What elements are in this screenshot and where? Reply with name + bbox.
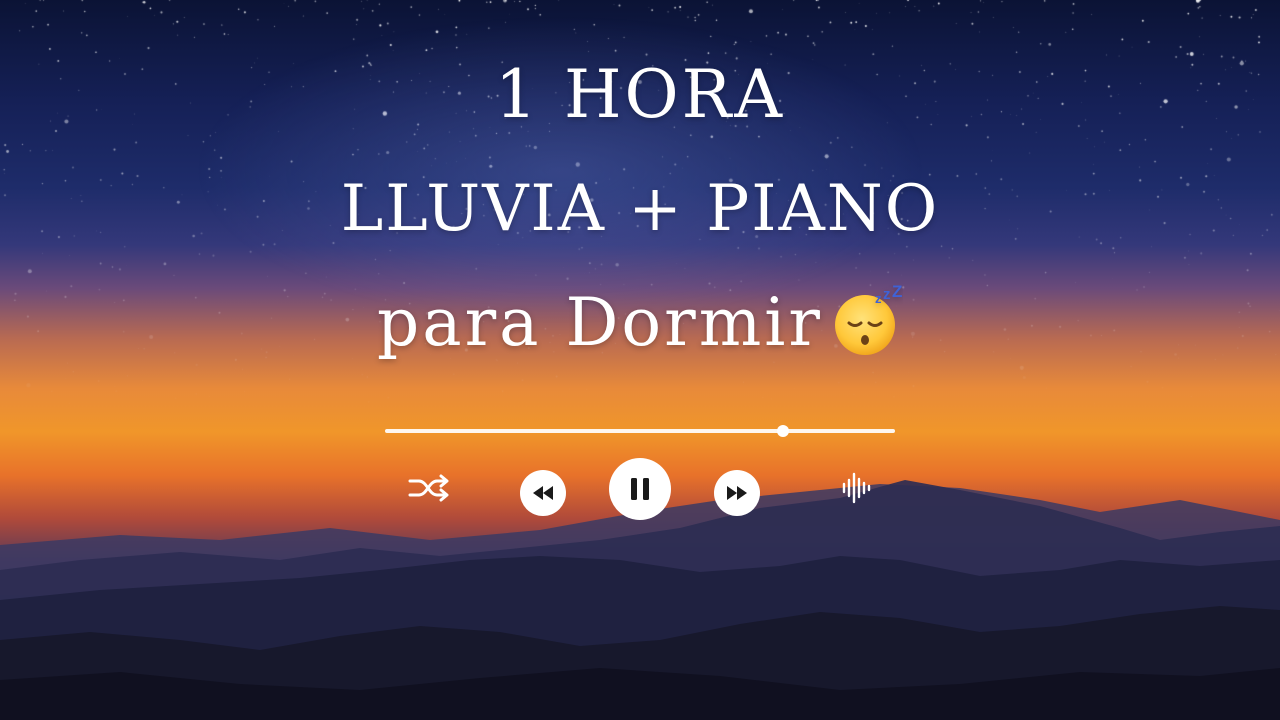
rewind-icon xyxy=(533,486,553,500)
title-line-2: LLUVIA + PIANO xyxy=(340,172,940,246)
svg-text:Z: Z xyxy=(892,285,903,301)
soundwave-icon xyxy=(842,472,871,504)
fast-forward-button[interactable] xyxy=(714,470,760,516)
pause-button[interactable] xyxy=(609,458,671,520)
soundwave-button[interactable] xyxy=(836,468,876,508)
video-thumbnail: 1 HORA LLUVIA + PIANO para Dormir z z Z xyxy=(0,0,1280,720)
sleeping-face-icon: z z Z xyxy=(829,282,903,359)
pause-icon xyxy=(631,478,649,500)
shuffle-icon xyxy=(408,474,449,502)
title-line-3-text: para Dormir xyxy=(377,284,823,361)
title-line-1: 1 HORA xyxy=(495,56,785,133)
shuffle-button[interactable] xyxy=(404,468,454,508)
fast-forward-icon xyxy=(727,486,747,500)
rewind-button[interactable] xyxy=(520,470,566,516)
progress-bar[interactable] xyxy=(385,425,895,437)
title-line-3: para Dormir z z Z xyxy=(0,282,1280,361)
progress-handle[interactable] xyxy=(776,425,789,437)
